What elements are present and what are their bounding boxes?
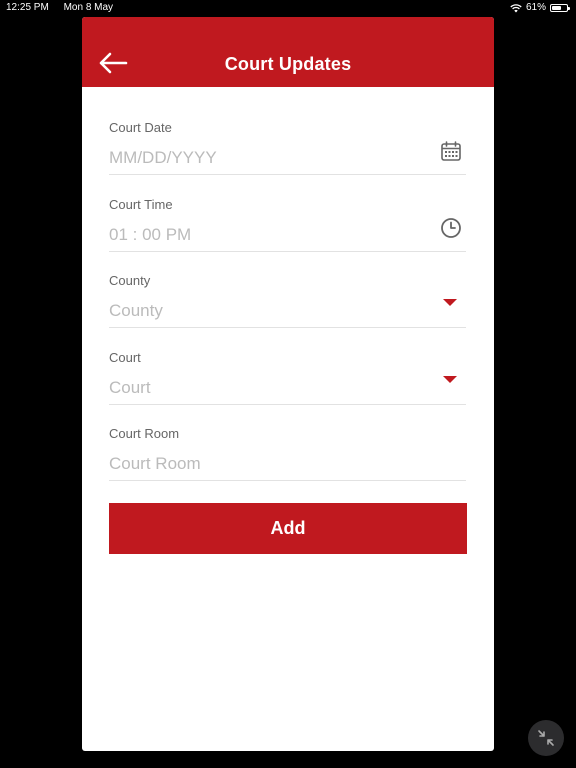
collapse-arrows-icon [538, 730, 554, 746]
court-date-input[interactable] [109, 143, 429, 173]
header-bar: Court Updates [82, 17, 494, 87]
court-date-field: Court Date [109, 120, 466, 197]
wifi-icon [510, 3, 522, 12]
minimize-button[interactable] [528, 720, 564, 756]
court-room-underline [109, 480, 466, 481]
dropdown-arrow-icon[interactable] [443, 375, 457, 383]
status-left: 12:25 PM Mon 8 May [6, 0, 125, 16]
court-time-value[interactable]: 01 : 00 PM [109, 225, 191, 245]
status-time: 12:25 PM [6, 2, 49, 13]
status-right: 61% [510, 0, 570, 16]
court-time-field: Court Time 01 : 00 PM [109, 197, 466, 274]
battery-level [552, 6, 561, 10]
court-date-underline [109, 174, 466, 175]
add-button[interactable]: Add [109, 503, 467, 554]
court-label: Court [109, 349, 141, 365]
court-field: Court [109, 350, 466, 427]
court-room-input[interactable] [109, 449, 429, 479]
page-title: Court Updates [224, 54, 352, 74]
clock-icon[interactable] [440, 217, 462, 239]
status-date: Mon 8 May [63, 2, 114, 13]
court-date-label: Court Date [109, 120, 172, 135]
county-underline [109, 327, 466, 328]
court-room-label: Court Room [109, 426, 180, 441]
court-time-underline [109, 250, 466, 252]
court-form: Court Date Court Time 01 : 00 PM [109, 120, 466, 503]
court-room-field: Court Room [109, 426, 466, 503]
battery-icon [550, 4, 570, 12]
county-field: County [109, 273, 466, 350]
county-select[interactable] [109, 296, 429, 326]
battery-percent: 61% [525, 2, 546, 13]
dropdown-arrow-icon[interactable] [443, 299, 457, 306]
court-underline [109, 403, 466, 405]
court-updates-modal: Court Updates Court Date Court Time 01 :… [82, 17, 494, 751]
calendar-icon[interactable] [440, 140, 462, 162]
status-bar: 12:25 PM Mon 8 May 61% [0, 0, 576, 16]
county-label: County [109, 273, 151, 288]
court-select[interactable] [109, 372, 429, 403]
court-time-label: Court Time [109, 196, 173, 212]
